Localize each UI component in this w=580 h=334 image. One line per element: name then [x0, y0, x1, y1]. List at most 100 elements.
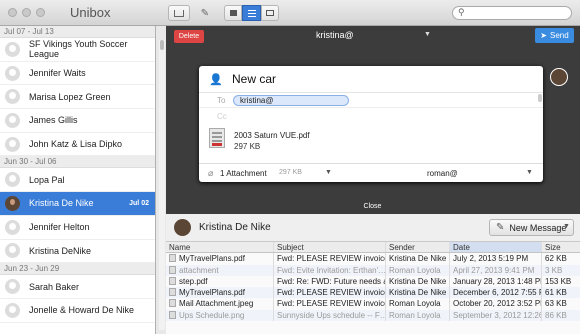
- conversation-name: James Gillis: [29, 115, 78, 126]
- card-scrollbar[interactable]: [538, 94, 542, 102]
- file-name: MyTravelPlans.pdf: [179, 288, 245, 298]
- cell-sender: Kristina De Nike: [386, 275, 450, 288]
- compose-panel: Delete kristina@ ▼ ➤ Send 👤 New car To kr…: [166, 26, 580, 214]
- cell-name: step.pdf: [166, 275, 274, 288]
- cell-sender: Roman Loyola: [386, 298, 450, 310]
- close-window-button[interactable]: [8, 8, 17, 17]
- table-row[interactable]: MyTravelPlans.pdf Fwd: PLEASE REVIEW invo…: [166, 287, 580, 299]
- cell-date: July 2, 2013 5:19 PM: [450, 253, 542, 265]
- conversation-item[interactable]: Lopa Pal: [0, 168, 155, 193]
- file-icon: [169, 310, 176, 319]
- conversation-name: Kristina DeNike: [29, 245, 92, 256]
- zoom-window-button[interactable]: [36, 8, 45, 17]
- cell-size: 63 KB: [545, 299, 567, 309]
- file-icon: [169, 265, 176, 274]
- chevron-down-icon[interactable]: ▼: [526, 169, 533, 176]
- conversation-item[interactable]: James Gillis: [0, 109, 155, 133]
- conversation-item[interactable]: Sarah Baker: [0, 275, 155, 299]
- file-icon: [169, 299, 176, 308]
- conversation-item[interactable]: Jonelle & Howard De Nike: [0, 298, 155, 323]
- file-name: MyTravelPlans.pdf: [179, 254, 245, 264]
- cell-sender: Kristina De Nike: [386, 287, 450, 299]
- avatar: [5, 302, 20, 318]
- search-input[interactable]: ⚲: [452, 6, 572, 20]
- delete-button[interactable]: Delete: [174, 30, 204, 43]
- date-group-header: Jun 23 - Jun 29: [0, 263, 155, 276]
- column-header-sender[interactable]: Sender: [386, 242, 450, 253]
- attachment-count[interactable]: 1 Attachment: [220, 169, 267, 178]
- subject-field[interactable]: New car: [232, 72, 276, 86]
- avatar: [5, 41, 20, 57]
- view-list-button[interactable]: [242, 5, 261, 21]
- cell-date: April 27, 2013 9:41 PM: [450, 264, 542, 276]
- column-header-date[interactable]: Date: [450, 242, 542, 253]
- cell-date: December 6, 2012 7:55 PM: [450, 287, 542, 299]
- cell-name: MyTravelPlans.pdf: [166, 287, 274, 299]
- table-row[interactable]: attachment Fwd: Evite Invitation: Erthan'…: [166, 264, 580, 276]
- compose-button[interactable]: ✎: [197, 5, 213, 21]
- attachment-bar: ⌀ 1 Attachment 297 KB ▼ roman@ ▼: [199, 163, 543, 182]
- app-title: Unibox: [70, 5, 111, 20]
- paper-plane-icon: ➤: [540, 31, 547, 40]
- table-body: MyTravelPlans.pdf Fwd: PLEASE REVIEW invo…: [166, 253, 580, 322]
- list-scrollbar[interactable]: [159, 40, 165, 330]
- cell-sender: Roman Loyola: [386, 309, 450, 322]
- conversation-item[interactable]: Kristina DeNike: [0, 239, 155, 264]
- avatar: [174, 219, 191, 236]
- view-attachments-button[interactable]: [261, 5, 279, 21]
- contact-header: Kristina De Nike ✎ New Message ▼: [166, 214, 580, 242]
- file-name: Ups Schedule.png: [179, 310, 245, 320]
- cell-name: attachment: [166, 264, 274, 276]
- column-header-name[interactable]: Name: [166, 242, 274, 253]
- scrollbar-thumb[interactable]: [160, 40, 164, 50]
- conversation-item[interactable]: John Katz & Lisa Dipko: [0, 132, 155, 157]
- send-label: Send: [550, 31, 569, 40]
- cell-date: January 28, 2013 1:48 PM: [450, 275, 542, 288]
- attachments-table: Name Subject Sender Date Size MyTravelPl…: [166, 242, 580, 322]
- file-icon: [169, 288, 176, 297]
- table-row[interactable]: MyTravelPlans.pdf Fwd: PLEASE REVIEW invo…: [166, 253, 580, 265]
- signature-select[interactable]: roman@: [427, 169, 458, 178]
- attachments-icon: [266, 10, 274, 16]
- chevron-down-icon[interactable]: ▼: [325, 169, 332, 176]
- contact-name: Kristina De Nike: [199, 222, 271, 233]
- column-header-subject[interactable]: Subject: [274, 242, 386, 253]
- date-group-header: Jul 07 - Jul 13: [0, 26, 155, 38]
- conversation-item[interactable]: Marisa Lopez Green: [0, 85, 155, 110]
- close-compose-button[interactable]: Close: [349, 198, 396, 214]
- pdf-file-icon[interactable]: [209, 128, 225, 148]
- person-icon: 👤: [209, 74, 223, 86]
- inbox-tray-button[interactable]: [168, 5, 190, 21]
- cell-size: 3 KB: [545, 265, 563, 275]
- send-button[interactable]: ➤ Send: [535, 28, 574, 43]
- tray-icon: [174, 9, 184, 17]
- cc-label[interactable]: Cc: [217, 112, 227, 121]
- minimize-window-button[interactable]: [22, 8, 31, 17]
- column-header-size[interactable]: Size: [542, 242, 580, 252]
- attachment-name[interactable]: 2003 Saturn VUE.pdf: [234, 131, 310, 140]
- cell-name: Ups Schedule.png: [166, 309, 274, 322]
- to-row: To kristina@: [199, 92, 543, 108]
- conversation-item[interactable]: Jennifer Waits: [0, 61, 155, 86]
- view-people-button[interactable]: [224, 5, 242, 21]
- conversation-item[interactable]: Jennifer Helton: [0, 215, 155, 240]
- table-row[interactable]: Mail Attachment.jpeg Fwd: PLEASE REVIEW i…: [166, 298, 580, 310]
- file-name: attachment: [179, 265, 219, 275]
- compose-icon: ✎: [496, 222, 505, 233]
- cell-size: 62 KB: [545, 254, 567, 264]
- chevron-down-icon[interactable]: ▼: [424, 31, 431, 38]
- table-row[interactable]: Ups Schedule.png Sunnyside Ups schedule -…: [166, 309, 580, 322]
- recipient-chip[interactable]: kristina@: [233, 95, 349, 106]
- conversation-item[interactable]: Kristina De Nike Jul 02: [0, 192, 155, 216]
- people-icon: [229, 10, 237, 16]
- to-label: To: [217, 96, 226, 105]
- attachment-size: 297 KB: [234, 142, 261, 151]
- table-row[interactable]: step.pdf Fwd: Re: FWD: Future needs a… Kri…: [166, 275, 580, 288]
- new-message-button[interactable]: ✎ New Message ▼: [489, 219, 574, 236]
- table-header: Name Subject Sender Date Size: [166, 242, 580, 254]
- from-account-select[interactable]: kristina@: [316, 30, 354, 40]
- cell-name: MyTravelPlans.pdf: [166, 253, 274, 265]
- avatar: [5, 243, 20, 259]
- chevron-down-icon[interactable]: ▼: [563, 223, 570, 230]
- conversation-item[interactable]: SF Vikings Youth Soccer League: [0, 38, 155, 62]
